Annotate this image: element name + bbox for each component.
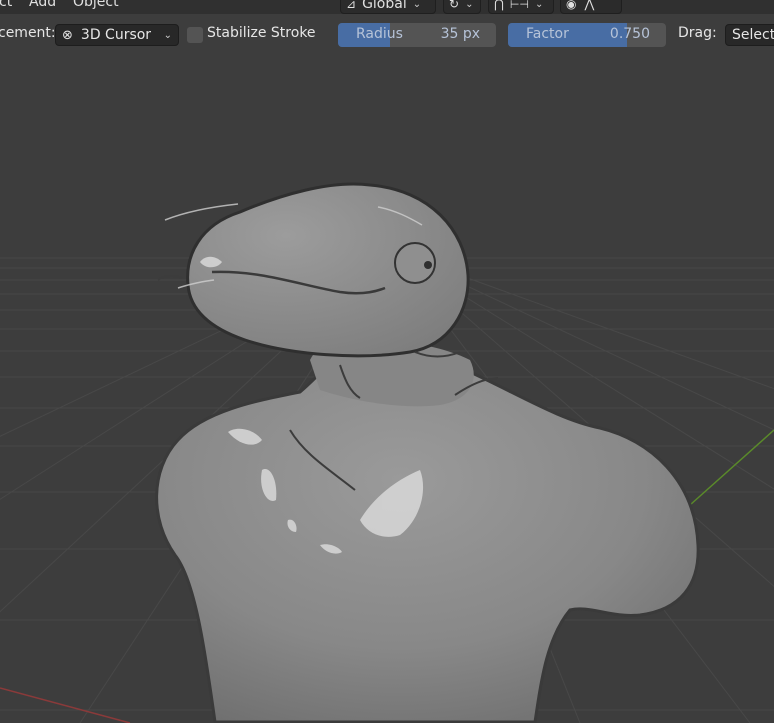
chevron-down-icon: ⌄ xyxy=(465,0,474,10)
stabilize-stroke-label: Stabilize Stroke xyxy=(207,25,316,41)
orientation-icon: ⊿ xyxy=(346,0,357,11)
proportional-edit-icon: ◉ xyxy=(566,0,577,11)
radius-value: 35 px xyxy=(440,26,480,42)
drag-value: Select xyxy=(732,27,774,43)
orientation-label: Global xyxy=(362,0,407,12)
y-axis-line xyxy=(689,429,774,506)
menu-object[interactable]: Object xyxy=(73,0,119,10)
falloff-icon: ⋀ xyxy=(584,0,595,11)
sculpt-pupil xyxy=(424,261,432,269)
placement-dropdown[interactable]: ⊗ 3D Cursor ⌄ xyxy=(55,24,179,46)
tool-settings-bar: cement: ⊗ 3D Cursor ⌄ Stabilize Stroke R… xyxy=(0,19,774,51)
snap-increment-icon: ⊢⊣ xyxy=(509,0,530,11)
drag-label: Drag: xyxy=(678,25,717,41)
header-strip: ct Add Object ⊿ Global ⌄ ↻ ⌄ ⋂ ⊢⊣ ⌄ ◉ ⋀ xyxy=(0,0,774,14)
placement-label: cement: xyxy=(0,25,56,41)
chevron-down-icon: ⌄ xyxy=(163,29,172,41)
chevron-down-icon: ⌄ xyxy=(535,0,544,10)
magnet-icon: ⋂ xyxy=(494,0,504,11)
proportional-edit-toggle[interactable]: ◉ ⋀ xyxy=(560,0,622,14)
factor-label: Factor xyxy=(526,26,569,42)
placement-value: 3D Cursor xyxy=(80,27,152,43)
transform-orientation-dropdown[interactable]: ⊿ Global ⌄ xyxy=(340,0,436,14)
factor-value: 0.750 xyxy=(609,26,650,42)
radius-label: Radius xyxy=(356,26,403,42)
menu-select[interactable]: ct xyxy=(0,0,12,10)
cursor-icon: ⊗ xyxy=(62,27,73,43)
menu-add[interactable]: Add xyxy=(29,0,56,10)
drag-dropdown[interactable]: Select xyxy=(725,24,774,46)
3d-viewport[interactable]: ct Add Object ⊿ Global ⌄ ↻ ⌄ ⋂ ⊢⊣ ⌄ ◉ ⋀ … xyxy=(0,0,774,723)
radius-slider[interactable]: Radius 35 px xyxy=(338,23,496,47)
snap-dropdown[interactable]: ⋂ ⊢⊣ ⌄ xyxy=(488,0,554,14)
viewport-scene[interactable] xyxy=(0,0,774,723)
pivot-icon: ↻ xyxy=(449,0,460,11)
x-axis-line xyxy=(0,687,131,723)
chevron-down-icon: ⌄ xyxy=(412,0,422,10)
stabilize-stroke-checkbox[interactable] xyxy=(187,27,203,43)
factor-slider[interactable]: Factor 0.750 xyxy=(508,23,666,47)
pivot-point-dropdown[interactable]: ↻ ⌄ xyxy=(443,0,481,14)
